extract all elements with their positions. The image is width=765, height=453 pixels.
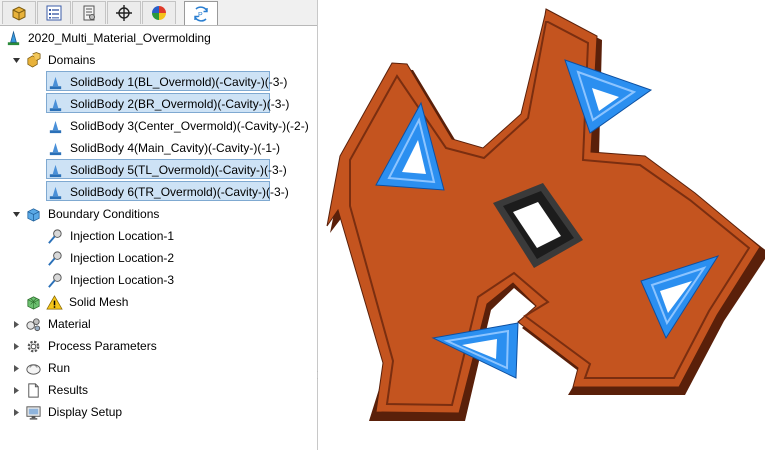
configuration-manager-icon xyxy=(83,5,95,21)
tree-item-solidbody[interactable]: SolidBody 3(Center_Overmold)(-Cavity-)(-… xyxy=(46,116,312,136)
run-label: Run xyxy=(48,361,71,375)
boundary-conditions-label: Boundary Conditions xyxy=(48,207,160,221)
tab-dimxpert[interactable] xyxy=(107,1,141,24)
display-setup-label: Display Setup xyxy=(48,405,123,419)
tree-item-solidbody[interactable]: SolidBody 4(Main_Cavity)(-Cavity-)(-1-) xyxy=(46,138,283,158)
tab-feature-manager[interactable] xyxy=(2,1,36,24)
gear-icon xyxy=(24,337,42,355)
feature-tree-panel: P 2020_Multi_Material_Overmolding Domain… xyxy=(0,0,318,450)
tree-node-process-parameters[interactable]: Process Parameters xyxy=(10,336,160,356)
solidbody-label: SolidBody 5(TL_Overmold)(-Cavity-)(-3-) xyxy=(70,163,287,177)
tab-plastics-manager[interactable]: P xyxy=(184,1,218,25)
solidbody-label: SolidBody 2(BR_Overmold)(-Cavity-)(-3-) xyxy=(70,97,290,111)
tree-node-display-setup[interactable]: Display Setup xyxy=(10,402,125,422)
material-label: Material xyxy=(48,317,91,331)
property-manager-icon xyxy=(46,5,62,21)
boundary-conditions-icon xyxy=(24,205,42,223)
injection-location-label: Injection Location-1 xyxy=(70,229,175,243)
tree-node-domains[interactable]: Domains xyxy=(10,50,98,70)
results-icon xyxy=(24,381,42,399)
solid-body-icon xyxy=(46,161,64,179)
tree-node-solid-mesh[interactable]: Solid Mesh xyxy=(24,292,131,312)
solid-body-icon xyxy=(46,117,64,135)
domains-icon xyxy=(24,51,42,69)
overmold-part-model xyxy=(326,8,765,421)
tree-root-label: 2020_Multi_Material_Overmolding xyxy=(28,31,211,45)
collapse-icon[interactable] xyxy=(10,54,22,66)
tab-property-manager[interactable] xyxy=(37,1,71,24)
tab-display-manager[interactable] xyxy=(142,1,176,24)
expand-icon[interactable] xyxy=(10,340,22,352)
solidbody-label: SolidBody 1(BL_Overmold)(-Cavity-)(-3-) xyxy=(70,75,288,89)
solidbody-label: SolidBody 3(Center_Overmold)(-Cavity-)(-… xyxy=(70,119,309,133)
injection-location-label: Injection Location-3 xyxy=(70,273,175,287)
solid-body-icon xyxy=(46,183,64,201)
tree-node-boundary-conditions[interactable]: Boundary Conditions xyxy=(10,204,162,224)
display-setup-icon xyxy=(24,403,42,421)
injection-location-label: Injection Location-2 xyxy=(70,251,175,265)
expand-icon[interactable] xyxy=(10,318,22,330)
injection-location-icon xyxy=(46,271,64,289)
collapse-icon[interactable] xyxy=(10,208,22,220)
dimxpert-icon xyxy=(116,5,132,21)
tree-node-material[interactable]: Material xyxy=(10,314,94,334)
results-label: Results xyxy=(48,383,89,397)
solid-body-icon xyxy=(46,139,64,157)
mesh-icon xyxy=(24,293,42,311)
tree-node-run[interactable]: Run xyxy=(10,358,73,378)
run-icon xyxy=(24,359,42,377)
svg-text:P: P xyxy=(198,12,203,19)
tree-node-results[interactable]: Results xyxy=(10,380,91,400)
graphics-viewport[interactable] xyxy=(318,0,765,450)
tree-item-solidbody[interactable]: SolidBody 6(TR_Overmold)(-Cavity-)(-3-) xyxy=(46,182,292,202)
tree-item-injection-location[interactable]: Injection Location-3 xyxy=(46,270,177,290)
tree-item-solidbody[interactable]: SolidBody 2(BR_Overmold)(-Cavity-)(-3-) xyxy=(46,94,292,114)
tree-item-solidbody[interactable]: SolidBody 1(BL_Overmold)(-Cavity-)(-3-) xyxy=(46,72,290,92)
solid-body-icon xyxy=(46,73,64,91)
tab-configuration-manager[interactable] xyxy=(72,1,106,24)
process-parameters-label: Process Parameters xyxy=(48,339,157,353)
feature-manager-icon xyxy=(12,6,26,21)
tree-item-solidbody[interactable]: SolidBody 5(TL_Overmold)(-Cavity-)(-3-) xyxy=(46,160,290,180)
expand-icon[interactable] xyxy=(10,362,22,374)
injection-location-icon xyxy=(46,249,64,267)
solidbody-label: SolidBody 4(Main_Cavity)(-Cavity-)(-1-) xyxy=(70,141,281,155)
injection-location-icon xyxy=(46,227,64,245)
solid-mesh-label: Solid Mesh xyxy=(69,295,129,309)
domains-label: Domains xyxy=(48,53,96,67)
material-icon xyxy=(24,315,42,333)
plastics-manager-icon: P xyxy=(194,5,208,22)
expand-icon[interactable] xyxy=(10,406,22,418)
display-manager-icon xyxy=(152,6,166,20)
solidbody-label: SolidBody 6(TR_Overmold)(-Cavity-)(-3-) xyxy=(70,185,289,199)
tree-root[interactable]: 2020_Multi_Material_Overmolding xyxy=(4,28,214,48)
plastics-study-icon xyxy=(4,29,22,47)
solid-body-icon xyxy=(46,95,64,113)
tree-item-injection-location[interactable]: Injection Location-2 xyxy=(46,248,177,268)
warning-icon xyxy=(45,293,63,311)
expand-icon[interactable] xyxy=(10,384,22,396)
tree-item-injection-location[interactable]: Injection Location-1 xyxy=(46,226,177,246)
manager-tab-bar: P xyxy=(0,0,317,26)
